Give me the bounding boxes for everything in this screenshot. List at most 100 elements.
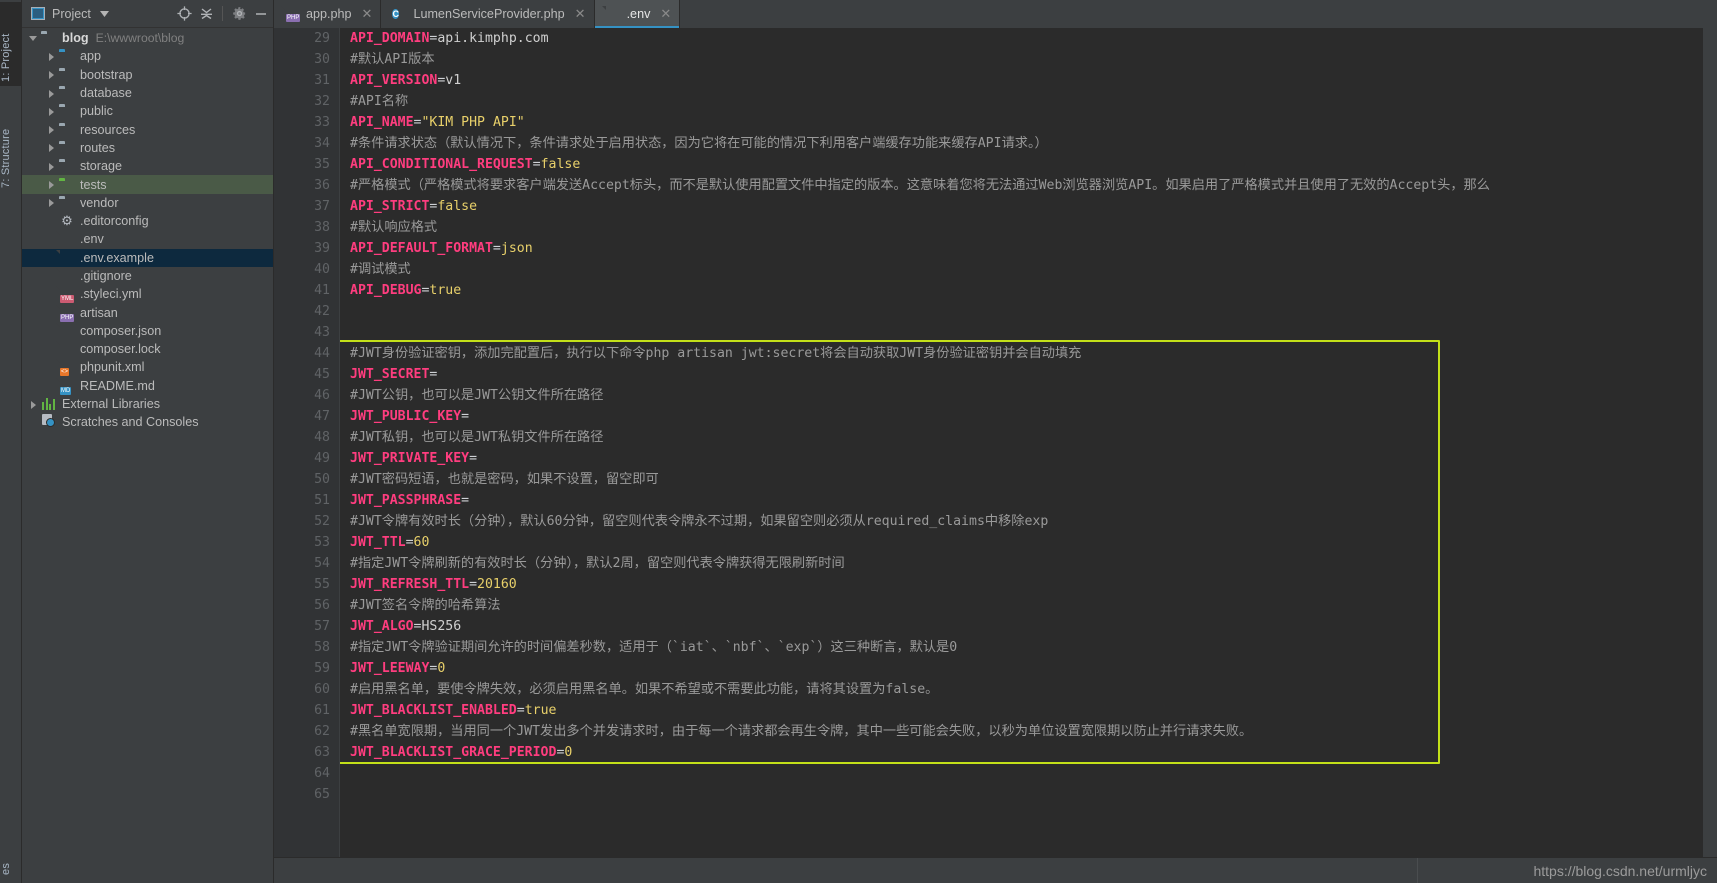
code-line[interactable] (340, 784, 1703, 805)
env-key: JWT_TTL (350, 535, 406, 550)
tree-item-artisan[interactable]: PHP artisan (22, 303, 273, 321)
code-line[interactable]: #默认响应格式 (340, 217, 1703, 238)
project-tree[interactable]: blog E:\wwwroot\blog app bootstrap (22, 28, 273, 883)
line-number: 38 (286, 217, 330, 238)
tree-item-env-example[interactable]: .env.example (22, 249, 273, 267)
line-number: 64 (286, 763, 330, 784)
tree-item-external-libraries[interactable]: External Libraries (22, 395, 273, 413)
code-line[interactable]: #API名称 (340, 91, 1703, 112)
tree-item-public[interactable]: public (22, 102, 273, 120)
tree-item-styleci-yml[interactable]: YML .styleci.yml (22, 285, 273, 303)
code-line[interactable]: #JWT密码短语，也就是密码，如果不设置，留空即可 (340, 469, 1703, 490)
tree-item-env[interactable]: .env (22, 230, 273, 248)
code-line[interactable]: API_VERSION=v1 (340, 70, 1703, 91)
tree-item-resources[interactable]: resources (22, 120, 273, 138)
code-viewport[interactable]: API_DOMAIN=api.kimphp.com#默认API版本API_VER… (340, 28, 1703, 857)
editor-right-gutter[interactable] (1703, 28, 1717, 857)
tree-item-tests[interactable]: tests (22, 175, 273, 193)
chevron-right-icon[interactable] (28, 399, 39, 410)
editor-marker-bar[interactable] (274, 28, 286, 857)
code-line[interactable]: #JWT私钥，也可以是JWT私钥文件所在路径 (340, 427, 1703, 448)
code-line[interactable]: JWT_SECRET= (340, 364, 1703, 385)
collapse-all-icon[interactable] (198, 6, 214, 22)
tree-item-vendor[interactable]: vendor (22, 194, 273, 212)
code-line[interactable]: JWT_PUBLIC_KEY= (340, 406, 1703, 427)
editor-tab-lumenserviceprovider-php[interactable]: C LumenServiceProvider.php ✕ (381, 0, 594, 28)
code-line[interactable]: JWT_BLACKLIST_GRACE_PERIOD=0 (340, 742, 1703, 763)
tree-item-composer-json[interactable]: composer.json (22, 322, 273, 340)
code-line[interactable]: JWT_REFRESH_TTL=20160 (340, 574, 1703, 595)
chevron-right-icon[interactable] (46, 142, 57, 153)
xml-badge: <> (60, 368, 69, 376)
code-line[interactable]: JWT_PASSPHRASE= (340, 490, 1703, 511)
code-line[interactable]: #JWT令牌有效时长（分钟），默认60分钟，留空则代表令牌永不过期，如果留空则必… (340, 511, 1703, 532)
code-line[interactable]: JWT_BLACKLIST_ENABLED=true (340, 700, 1703, 721)
folder-icon (59, 103, 75, 119)
code-line[interactable]: API_CONDITIONAL_REQUEST=false (340, 154, 1703, 175)
code-line[interactable]: #默认API版本 (340, 49, 1703, 70)
chevron-down-icon[interactable] (97, 6, 113, 22)
tree-item-app[interactable]: app (22, 47, 273, 65)
chevron-right-icon[interactable] (46, 197, 57, 208)
tree-item-bootstrap[interactable]: bootstrap (22, 66, 273, 84)
minimize-icon[interactable] (253, 6, 269, 22)
code-line[interactable]: API_DEFAULT_FORMAT=json (340, 238, 1703, 259)
env-key: JWT_BLACKLIST_ENABLED (350, 703, 517, 718)
code-line[interactable]: API_NAME="KIM PHP API" (340, 112, 1703, 133)
code-line[interactable]: JWT_TTL=60 (340, 532, 1703, 553)
code-line[interactable]: #条件请求状态（默认情况下，条件请求处于启用状态，因为它将在可能的情况下利用客户… (340, 133, 1703, 154)
tree-item-storage[interactable]: storage (22, 157, 273, 175)
code-line[interactable] (340, 301, 1703, 322)
tree-item-composer-lock[interactable]: composer.lock (22, 340, 273, 358)
line-number: 34 (286, 133, 330, 154)
gear-icon[interactable] (231, 6, 247, 22)
code-line[interactable]: #指定JWT令牌刷新的有效时长（分钟），默认2周，留空则代表令牌获得无限刷新时间 (340, 553, 1703, 574)
tree-item-routes[interactable]: routes (22, 139, 273, 157)
env-equals: = (406, 535, 414, 550)
code-line[interactable]: #JWT公钥，也可以是JWT公钥文件所在路径 (340, 385, 1703, 406)
tree-item-readme-md[interactable]: MD README.md (22, 377, 273, 395)
tree-item-gitignore[interactable]: .gitignore (22, 267, 273, 285)
chevron-right-icon[interactable] (46, 51, 57, 62)
tree-item-blog[interactable]: blog E:\wwwroot\blog (22, 29, 273, 47)
tree-item-editorconfig[interactable]: ⚙ .editorconfig (22, 212, 273, 230)
code-line[interactable] (340, 322, 1703, 343)
code-line[interactable]: #JWT签名令牌的哈希算法 (340, 595, 1703, 616)
code-line[interactable]: JWT_PRIVATE_KEY= (340, 448, 1703, 469)
locate-icon[interactable] (176, 6, 192, 22)
close-icon[interactable]: ✕ (660, 6, 671, 22)
editor-body[interactable]: 2930313233343536373839404142434445464748… (274, 28, 1717, 857)
code-line[interactable]: #黑名单宽限期，当用同一个JWT发出多个并发请求时，由于每一个请求都会再生令牌，… (340, 721, 1703, 742)
code-line[interactable]: #调试模式 (340, 259, 1703, 280)
code-line[interactable]: #JWT身份验证密钥，添加完配置后，执行以下命令php artisan jwt:… (340, 343, 1703, 364)
chevron-right-icon[interactable] (46, 124, 57, 135)
tool-tab-structure[interactable]: 7: Structure (0, 96, 22, 192)
code-line[interactable]: API_DEBUG=true (340, 280, 1703, 301)
chevron-right-icon[interactable] (46, 106, 57, 117)
tree-item-scratches-consoles[interactable]: Scratches and Consoles (22, 413, 273, 431)
chevron-right-icon[interactable] (46, 161, 57, 172)
tree-item-phpunit-xml[interactable]: <> phpunit.xml (22, 358, 273, 376)
editor-tab-app-php[interactable]: PHP app.php ✕ (274, 0, 381, 28)
code-line[interactable]: JWT_LEEWAY=0 (340, 658, 1703, 679)
code-line[interactable]: #严格模式（严格模式将要求客户端发送Accept标头，而不是默认使用配置文件中指… (340, 175, 1703, 196)
chevron-right-icon[interactable] (46, 179, 57, 190)
tree-item-database[interactable]: database (22, 84, 273, 102)
chevron-right-icon[interactable] (46, 69, 57, 80)
code-line[interactable]: API_STRICT=false (340, 196, 1703, 217)
code-line[interactable] (340, 763, 1703, 784)
code-line[interactable]: JWT_ALGO=HS256 (340, 616, 1703, 637)
close-icon[interactable]: ✕ (575, 6, 586, 22)
tool-tab-favorites[interactable]: es (0, 817, 22, 879)
env-equals: = (461, 409, 469, 424)
chevron-down-icon[interactable] (28, 33, 39, 44)
editor-tab-env[interactable]: .env ✕ (595, 0, 681, 28)
code-lines[interactable]: API_DOMAIN=api.kimphp.com#默认API版本API_VER… (340, 28, 1703, 805)
chevron-right-icon[interactable] (46, 88, 57, 99)
code-line[interactable]: #启用黑名单，要使令牌失效，必须启用黑名单。如果不希望或不需要此功能，请将其设置… (340, 679, 1703, 700)
tool-tab-project[interactable]: 1: Project (0, 2, 22, 86)
code-line[interactable]: #指定JWT令牌验证期间允许的时间偏差秒数，适用于（`iat`、`nbf`、`e… (340, 637, 1703, 658)
env-equals: = (461, 493, 469, 508)
close-icon[interactable]: ✕ (362, 6, 373, 22)
code-line[interactable]: API_DOMAIN=api.kimphp.com (340, 28, 1703, 49)
